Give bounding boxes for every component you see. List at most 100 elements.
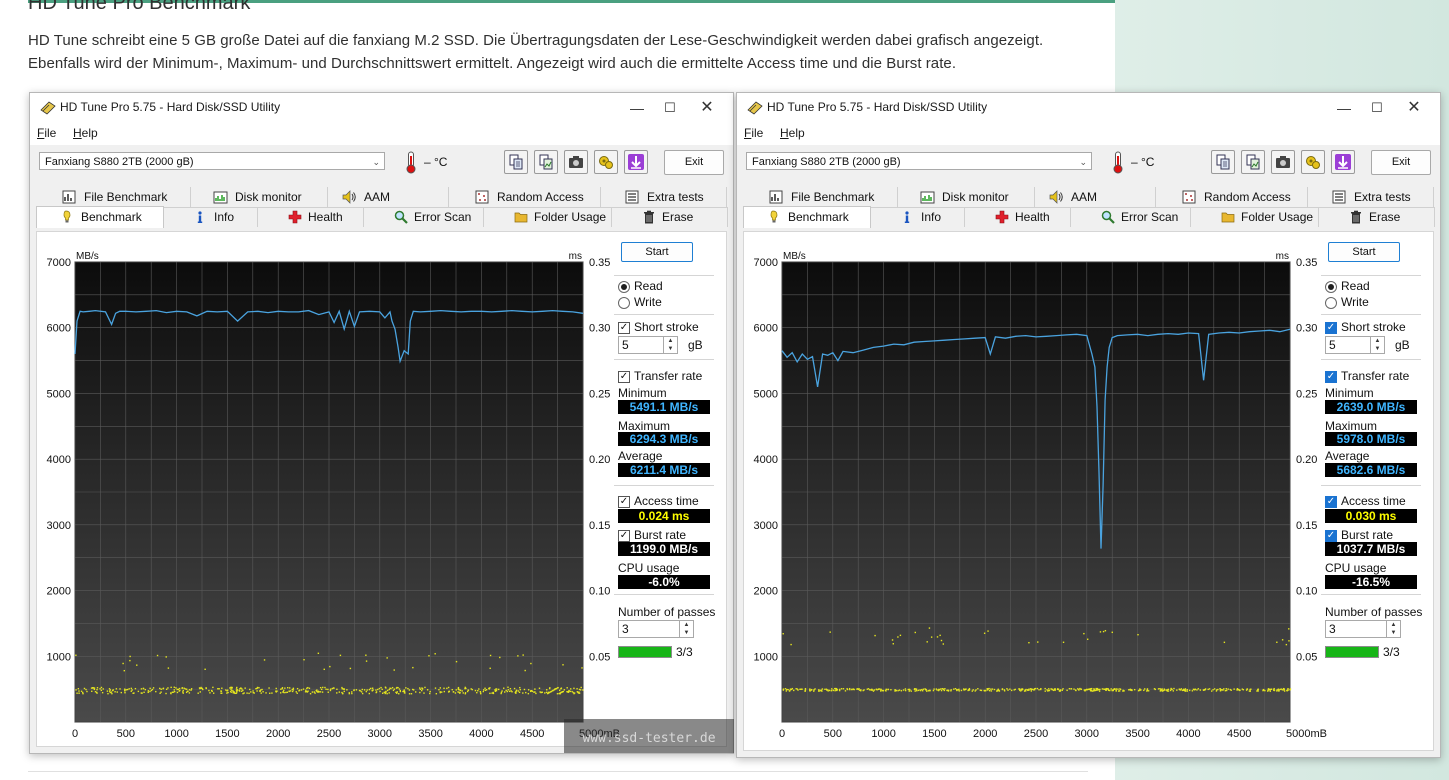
access-time-point xyxy=(369,687,372,690)
exit-button[interactable]: Exit xyxy=(1371,150,1431,175)
maximize-icon[interactable]: ☐ xyxy=(1367,98,1387,118)
tab-disk-monitor[interactable]: Disk monitor xyxy=(191,187,328,207)
tab-benchmark[interactable]: Benchmark xyxy=(36,206,164,228)
options-button[interactable] xyxy=(594,150,618,174)
burst-rate-checkbox[interactable]: ✓ xyxy=(618,530,630,542)
access-time-checkbox[interactable]: ✓ xyxy=(1325,496,1337,508)
spin-arrows-icon[interactable]: ▲ ▼ xyxy=(1386,621,1400,637)
tab-error-scan[interactable]: Error Scan xyxy=(1071,207,1191,227)
tab-info[interactable]: Info xyxy=(871,207,965,227)
access-time-point xyxy=(462,692,464,694)
close-icon[interactable]: ✕ xyxy=(697,98,717,118)
access-time-point xyxy=(309,693,312,695)
y2-tick-label: 0.10 xyxy=(589,586,610,598)
access-time-point xyxy=(233,692,236,694)
access-time-point xyxy=(1001,688,1004,690)
tab-random-access[interactable]: Random Access xyxy=(1156,187,1308,207)
menu-file[interactable]: File xyxy=(744,126,763,140)
tab-folder-usage[interactable]: Folder Usage xyxy=(484,207,612,227)
title-bar[interactable]: HD Tune Pro 5.75 - Hard Disk/SSD Utility… xyxy=(737,93,1440,123)
access-time-point xyxy=(795,688,797,690)
y-tick-label: 3000 xyxy=(754,520,778,532)
exit-button[interactable]: Exit xyxy=(664,150,724,175)
menu-help[interactable]: Help xyxy=(73,126,98,140)
save-results-button[interactable] xyxy=(1331,150,1355,174)
tab-extra-tests[interactable]: Extra tests xyxy=(601,187,727,207)
access-time-point xyxy=(1010,689,1013,692)
options-button[interactable] xyxy=(1301,150,1325,174)
access-time-point xyxy=(1113,688,1115,690)
access-time-point xyxy=(255,687,257,690)
tab-disk-monitor[interactable]: Disk monitor xyxy=(898,187,1035,207)
tab-error-scan[interactable]: Error Scan xyxy=(364,207,484,227)
passes-input[interactable]: 3 ▲ ▼ xyxy=(1325,620,1401,638)
tab-erase[interactable]: Erase xyxy=(612,207,728,227)
tab-benchmark[interactable]: Benchmark xyxy=(743,206,871,228)
tab-aam[interactable]: AAM xyxy=(328,187,449,207)
access-time-checkbox[interactable]: ✓ xyxy=(618,496,630,508)
access-time-point xyxy=(443,690,446,693)
drive-select[interactable]: Fanxiang S880 2TB (2000 gB) ⌄ xyxy=(39,152,385,170)
access-time-point xyxy=(353,689,355,691)
access-time-point xyxy=(987,630,989,632)
copy-screen-button[interactable] xyxy=(534,150,558,174)
tab-info[interactable]: Info xyxy=(164,207,258,227)
download-icon xyxy=(1335,154,1351,170)
short-stroke-checkbox[interactable]: ✓ xyxy=(618,322,630,334)
x-tick-label: 500 xyxy=(117,728,135,740)
y2-tick-label: 0.25 xyxy=(1296,388,1317,400)
copy-info-button[interactable] xyxy=(1211,150,1235,174)
write-radio[interactable] xyxy=(1325,297,1337,309)
access-time-point xyxy=(1044,690,1046,692)
minimize-icon[interactable]: — xyxy=(627,98,647,118)
title-bar[interactable]: HD Tune Pro 5.75 - Hard Disk/SSD Utility… xyxy=(30,93,733,123)
minimize-icon[interactable]: — xyxy=(1334,98,1354,118)
maximize-icon[interactable]: ☐ xyxy=(660,98,680,118)
save-results-button[interactable] xyxy=(624,150,648,174)
copy-info-button[interactable] xyxy=(504,150,528,174)
access-time-point xyxy=(813,690,815,692)
access-time-point xyxy=(880,690,882,692)
tab-health[interactable]: Health xyxy=(258,207,364,227)
short-stroke-input[interactable]: 5 ▲ ▼ xyxy=(618,336,678,354)
drive-select[interactable]: Fanxiang S880 2TB (2000 gB) ⌄ xyxy=(746,152,1092,170)
tab-file-benchmark[interactable]: File Benchmark xyxy=(743,187,898,207)
passes-input[interactable]: 3 ▲ ▼ xyxy=(618,620,694,638)
screenshot-button[interactable] xyxy=(1271,150,1295,174)
access-time-point xyxy=(956,688,958,691)
menu-file[interactable]: File xyxy=(37,126,56,140)
spin-arrows-icon[interactable]: ▲ ▼ xyxy=(1370,337,1384,353)
write-radio[interactable] xyxy=(618,297,630,309)
tab-extra-tests[interactable]: Extra tests xyxy=(1308,187,1434,207)
transfer-rate-checkbox[interactable]: ✓ xyxy=(1325,371,1337,383)
access-time-point xyxy=(197,692,199,694)
read-radio[interactable] xyxy=(618,281,630,293)
read-radio[interactable] xyxy=(1325,281,1337,293)
close-icon[interactable]: ✕ xyxy=(1404,98,1424,118)
short-stroke-checkbox[interactable]: ✓ xyxy=(1325,322,1337,334)
tab-folder-usage[interactable]: Folder Usage xyxy=(1191,207,1319,227)
tab-health[interactable]: Health xyxy=(965,207,1071,227)
access-time-point xyxy=(965,688,967,690)
burst-rate-checkbox[interactable]: ✓ xyxy=(1325,530,1337,542)
access-time-point xyxy=(134,687,137,690)
start-button[interactable]: Start xyxy=(621,242,693,262)
access-time-point xyxy=(467,689,469,691)
start-button[interactable]: Start xyxy=(1328,242,1400,262)
access-time-point xyxy=(1257,690,1259,692)
tab-file-benchmark[interactable]: File Benchmark xyxy=(36,187,191,207)
copy-screen-button[interactable] xyxy=(1241,150,1265,174)
separator xyxy=(614,314,714,315)
tab-erase[interactable]: Erase xyxy=(1319,207,1435,227)
spin-arrows-icon[interactable]: ▲ ▼ xyxy=(663,337,677,353)
tab-random-access[interactable]: Random Access xyxy=(449,187,601,207)
menu-help[interactable]: Help xyxy=(780,126,805,140)
short-stroke-input[interactable]: 5 ▲ ▼ xyxy=(1325,336,1385,354)
cpu-usage-label: CPU usage xyxy=(618,561,680,575)
tab-aam[interactable]: AAM xyxy=(1035,187,1156,207)
spin-arrows-icon[interactable]: ▲ ▼ xyxy=(679,621,693,637)
transfer-rate-checkbox[interactable]: ✓ xyxy=(618,371,630,383)
screenshot-button[interactable] xyxy=(564,150,588,174)
access-time-point xyxy=(1090,687,1093,690)
tab-label: Error Scan xyxy=(1121,210,1179,224)
